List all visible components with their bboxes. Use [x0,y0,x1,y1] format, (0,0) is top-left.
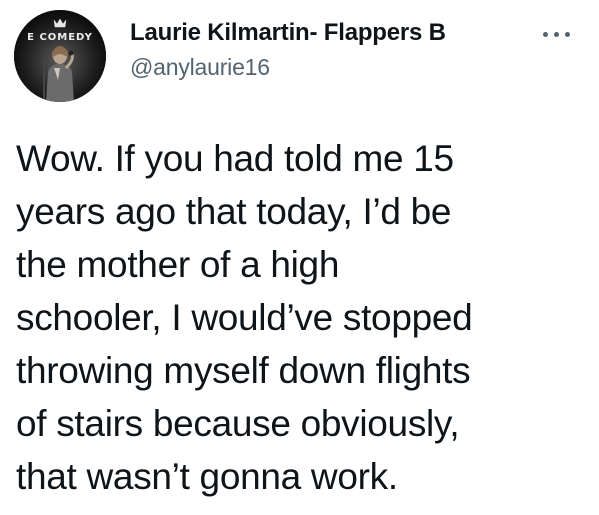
more-icon-dot [553,31,559,37]
avatar-banner-text: E COMEDY [27,32,93,43]
avatar-image: E COMEDY [14,10,106,102]
tweet-header: Laurie Kilmartin- Flappers B @anylaurie1… [130,18,520,82]
author-display-name[interactable]: Laurie Kilmartin- Flappers B [130,18,512,48]
more-icon-dot [564,31,570,37]
more-options-button[interactable] [530,22,582,46]
more-horizontal-icon [542,31,570,37]
tweet-text: Wow. If you had told me 15 years ago tha… [16,138,473,497]
author-handle[interactable]: @anylaurie16 [130,52,520,82]
more-icon-dot [542,31,548,37]
tweet-card: E COMEDY Laurie Kilmartin- Flappers B @a… [0,0,599,515]
avatar[interactable]: E COMEDY [14,10,106,102]
